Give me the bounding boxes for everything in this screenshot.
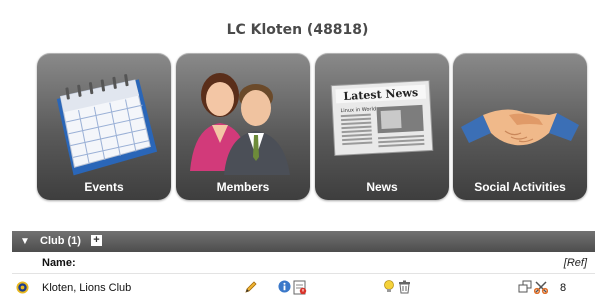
- tile-members-label: Members: [216, 180, 270, 194]
- handshake-icon: [461, 109, 579, 146]
- lightbulb-icon[interactable]: [383, 280, 395, 299]
- collapse-triangle-icon[interactable]: ▼: [20, 236, 30, 247]
- edit-pencil-icon[interactable]: [244, 280, 258, 299]
- tile-social-activities-label: Social Activities: [474, 180, 566, 194]
- tile-events-label: Events: [84, 180, 124, 194]
- people-icon: [190, 73, 290, 175]
- newspaper-icon: Latest News Linux in World: [330, 79, 434, 157]
- expand-plus-button[interactable]: +: [91, 235, 102, 246]
- window-icon[interactable]: [518, 280, 532, 298]
- trash-icon[interactable]: [398, 280, 411, 299]
- page-title: LC Kloten (48818): [226, 22, 369, 38]
- calendar-report-icon[interactable]: [293, 280, 307, 300]
- tile-news[interactable]: Latest News Linux in World News: [315, 53, 449, 200]
- member-count: 8: [560, 282, 567, 294]
- table-row: Kloten, Lions Club 8: [12, 276, 595, 298]
- tile-news-label: News: [366, 180, 398, 194]
- scissors-icon[interactable]: [533, 280, 549, 299]
- club-name[interactable]: Kloten, Lions Club: [42, 282, 131, 294]
- club-section-bar[interactable]: ▼ Club (1) +: [12, 231, 595, 252]
- tile-members[interactable]: Members: [176, 53, 310, 200]
- table-header: Name: [Ref]: [12, 253, 595, 274]
- lions-logo-icon: [16, 281, 29, 299]
- club-section-title: Club (1): [40, 235, 81, 247]
- tile-events[interactable]: Events: [37, 53, 171, 200]
- column-header-name: Name:: [42, 257, 76, 269]
- column-header-ref: [Ref]: [563, 257, 587, 269]
- info-icon[interactable]: [278, 280, 291, 298]
- calendar-icon: [56, 74, 158, 176]
- tile-social-activities[interactable]: Social Activities: [453, 53, 587, 200]
